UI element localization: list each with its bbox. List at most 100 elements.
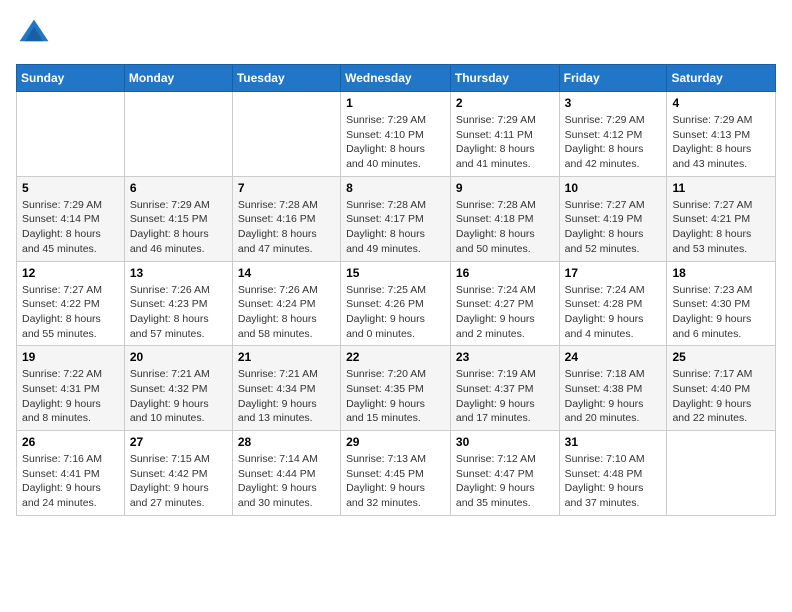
day-detail: Sunrise: 7:19 AM Sunset: 4:37 PM Dayligh… (456, 367, 554, 426)
day-number: 11 (672, 181, 770, 195)
day-detail: Sunrise: 7:28 AM Sunset: 4:16 PM Dayligh… (238, 198, 335, 257)
calendar-week-row: 5 Sunrise: 7:29 AM Sunset: 4:14 PM Daylig… (17, 176, 776, 261)
calendar-day-cell: 14 Sunrise: 7:26 AM Sunset: 4:24 PM Dayli… (232, 261, 340, 346)
calendar-day-cell: 28 Sunrise: 7:14 AM Sunset: 4:44 PM Dayli… (232, 431, 340, 516)
day-number: 4 (672, 96, 770, 110)
weekday-header-sunday: Sunday (17, 65, 125, 92)
day-detail: Sunrise: 7:25 AM Sunset: 4:26 PM Dayligh… (346, 283, 445, 342)
calendar-day-cell: 4 Sunrise: 7:29 AM Sunset: 4:13 PM Daylig… (667, 92, 776, 177)
calendar-day-cell: 11 Sunrise: 7:27 AM Sunset: 4:21 PM Dayli… (667, 176, 776, 261)
calendar-day-cell: 10 Sunrise: 7:27 AM Sunset: 4:19 PM Dayli… (559, 176, 667, 261)
logo (16, 16, 56, 52)
weekday-header-tuesday: Tuesday (232, 65, 340, 92)
day-number: 12 (22, 266, 119, 280)
calendar-header: SundayMondayTuesdayWednesdayThursdayFrid… (17, 65, 776, 92)
calendar-week-row: 19 Sunrise: 7:22 AM Sunset: 4:31 PM Dayli… (17, 346, 776, 431)
day-detail: Sunrise: 7:17 AM Sunset: 4:40 PM Dayligh… (672, 367, 770, 426)
calendar-day-cell: 15 Sunrise: 7:25 AM Sunset: 4:26 PM Dayli… (341, 261, 451, 346)
calendar-day-cell: 2Sunrise: 7:29 AM Sunset: 4:11 PM Daylig… (450, 92, 559, 177)
day-number: 14 (238, 266, 335, 280)
day-detail: Sunrise: 7:28 AM Sunset: 4:18 PM Dayligh… (456, 198, 554, 257)
calendar-day-cell: 22 Sunrise: 7:20 AM Sunset: 4:35 PM Dayli… (341, 346, 451, 431)
weekday-header-saturday: Saturday (667, 65, 776, 92)
day-detail: Sunrise: 7:23 AM Sunset: 4:30 PM Dayligh… (672, 283, 770, 342)
day-detail: Sunrise: 7:13 AM Sunset: 4:45 PM Dayligh… (346, 452, 445, 511)
day-number: 15 (346, 266, 445, 280)
calendar-day-cell: 12 Sunrise: 7:27 AM Sunset: 4:22 PM Dayli… (17, 261, 125, 346)
day-detail: Sunrise: 7:16 AM Sunset: 4:41 PM Dayligh… (22, 452, 119, 511)
weekday-header-monday: Monday (124, 65, 232, 92)
day-number: 6 (130, 181, 227, 195)
day-detail: Sunrise: 7:29 AM Sunset: 4:13 PM Dayligh… (672, 113, 770, 172)
day-number: 28 (238, 435, 335, 449)
day-detail: Sunrise: 7:15 AM Sunset: 4:42 PM Dayligh… (130, 452, 227, 511)
calendar-day-cell: 8 Sunrise: 7:28 AM Sunset: 4:17 PM Daylig… (341, 176, 451, 261)
calendar-day-cell: 24 Sunrise: 7:18 AM Sunset: 4:38 PM Dayli… (559, 346, 667, 431)
calendar-day-cell: 19 Sunrise: 7:22 AM Sunset: 4:31 PM Dayli… (17, 346, 125, 431)
calendar-day-cell: 30Sunrise: 7:12 AM Sunset: 4:47 PM Dayli… (450, 431, 559, 516)
day-detail: Sunrise: 7:12 AM Sunset: 4:47 PM Dayligh… (456, 452, 554, 511)
day-number: 31 (565, 435, 662, 449)
calendar-day-cell: 1Sunrise: 7:29 AM Sunset: 4:10 PM Daylig… (341, 92, 451, 177)
day-detail: Sunrise: 7:24 AM Sunset: 4:27 PM Dayligh… (456, 283, 554, 342)
day-detail: Sunrise: 7:26 AM Sunset: 4:24 PM Dayligh… (238, 283, 335, 342)
calendar-day-cell: 18Sunrise: 7:23 AM Sunset: 4:30 PM Dayli… (667, 261, 776, 346)
day-number: 17 (565, 266, 662, 280)
day-number: 29 (346, 435, 445, 449)
day-detail: Sunrise: 7:29 AM Sunset: 4:10 PM Dayligh… (346, 113, 445, 172)
weekday-header-row: SundayMondayTuesdayWednesdayThursdayFrid… (17, 65, 776, 92)
day-detail: Sunrise: 7:27 AM Sunset: 4:21 PM Dayligh… (672, 198, 770, 257)
day-number: 5 (22, 181, 119, 195)
day-detail: Sunrise: 7:29 AM Sunset: 4:11 PM Dayligh… (456, 113, 554, 172)
day-number: 21 (238, 350, 335, 364)
day-detail: Sunrise: 7:28 AM Sunset: 4:17 PM Dayligh… (346, 198, 445, 257)
day-detail: Sunrise: 7:18 AM Sunset: 4:38 PM Dayligh… (565, 367, 662, 426)
calendar-day-cell: 29 Sunrise: 7:13 AM Sunset: 4:45 PM Dayli… (341, 431, 451, 516)
calendar-day-cell (667, 431, 776, 516)
day-number: 20 (130, 350, 227, 364)
calendar-day-cell: 13Sunrise: 7:26 AM Sunset: 4:23 PM Dayli… (124, 261, 232, 346)
day-number: 16 (456, 266, 554, 280)
day-detail: Sunrise: 7:22 AM Sunset: 4:31 PM Dayligh… (22, 367, 119, 426)
calendar-day-cell (232, 92, 340, 177)
calendar-table: SundayMondayTuesdayWednesdayThursdayFrid… (16, 64, 776, 516)
day-number: 9 (456, 181, 554, 195)
calendar-body: 1Sunrise: 7:29 AM Sunset: 4:10 PM Daylig… (17, 92, 776, 516)
weekday-header-wednesday: Wednesday (341, 65, 451, 92)
page-header (16, 16, 776, 52)
calendar-day-cell: 26 Sunrise: 7:16 AM Sunset: 4:41 PM Dayli… (17, 431, 125, 516)
day-detail: Sunrise: 7:20 AM Sunset: 4:35 PM Dayligh… (346, 367, 445, 426)
day-detail: Sunrise: 7:27 AM Sunset: 4:19 PM Dayligh… (565, 198, 662, 257)
calendar-day-cell: 21 Sunrise: 7:21 AM Sunset: 4:34 PM Dayli… (232, 346, 340, 431)
day-detail: Sunrise: 7:21 AM Sunset: 4:32 PM Dayligh… (130, 367, 227, 426)
day-number: 22 (346, 350, 445, 364)
day-number: 3 (565, 96, 662, 110)
day-number: 24 (565, 350, 662, 364)
logo-icon (16, 16, 52, 52)
day-number: 23 (456, 350, 554, 364)
day-number: 27 (130, 435, 227, 449)
calendar-day-cell: 27 Sunrise: 7:15 AM Sunset: 4:42 PM Dayli… (124, 431, 232, 516)
day-detail: Sunrise: 7:14 AM Sunset: 4:44 PM Dayligh… (238, 452, 335, 511)
calendar-week-row: 1Sunrise: 7:29 AM Sunset: 4:10 PM Daylig… (17, 92, 776, 177)
weekday-header-thursday: Thursday (450, 65, 559, 92)
day-number: 13 (130, 266, 227, 280)
calendar-day-cell: 5 Sunrise: 7:29 AM Sunset: 4:14 PM Daylig… (17, 176, 125, 261)
day-number: 19 (22, 350, 119, 364)
calendar-day-cell (124, 92, 232, 177)
day-detail: Sunrise: 7:27 AM Sunset: 4:22 PM Dayligh… (22, 283, 119, 342)
day-number: 8 (346, 181, 445, 195)
day-number: 25 (672, 350, 770, 364)
day-detail: Sunrise: 7:21 AM Sunset: 4:34 PM Dayligh… (238, 367, 335, 426)
calendar-week-row: 26 Sunrise: 7:16 AM Sunset: 4:41 PM Dayli… (17, 431, 776, 516)
calendar-week-row: 12 Sunrise: 7:27 AM Sunset: 4:22 PM Dayli… (17, 261, 776, 346)
day-detail: Sunrise: 7:29 AM Sunset: 4:15 PM Dayligh… (130, 198, 227, 257)
calendar-day-cell: 25 Sunrise: 7:17 AM Sunset: 4:40 PM Dayli… (667, 346, 776, 431)
day-detail: Sunrise: 7:24 AM Sunset: 4:28 PM Dayligh… (565, 283, 662, 342)
day-detail: Sunrise: 7:29 AM Sunset: 4:14 PM Dayligh… (22, 198, 119, 257)
calendar-day-cell: 3Sunrise: 7:29 AM Sunset: 4:12 PM Daylig… (559, 92, 667, 177)
day-number: 10 (565, 181, 662, 195)
day-number: 26 (22, 435, 119, 449)
calendar-day-cell: 6 Sunrise: 7:29 AM Sunset: 4:15 PM Daylig… (124, 176, 232, 261)
calendar-day-cell: 9 Sunrise: 7:28 AM Sunset: 4:18 PM Daylig… (450, 176, 559, 261)
